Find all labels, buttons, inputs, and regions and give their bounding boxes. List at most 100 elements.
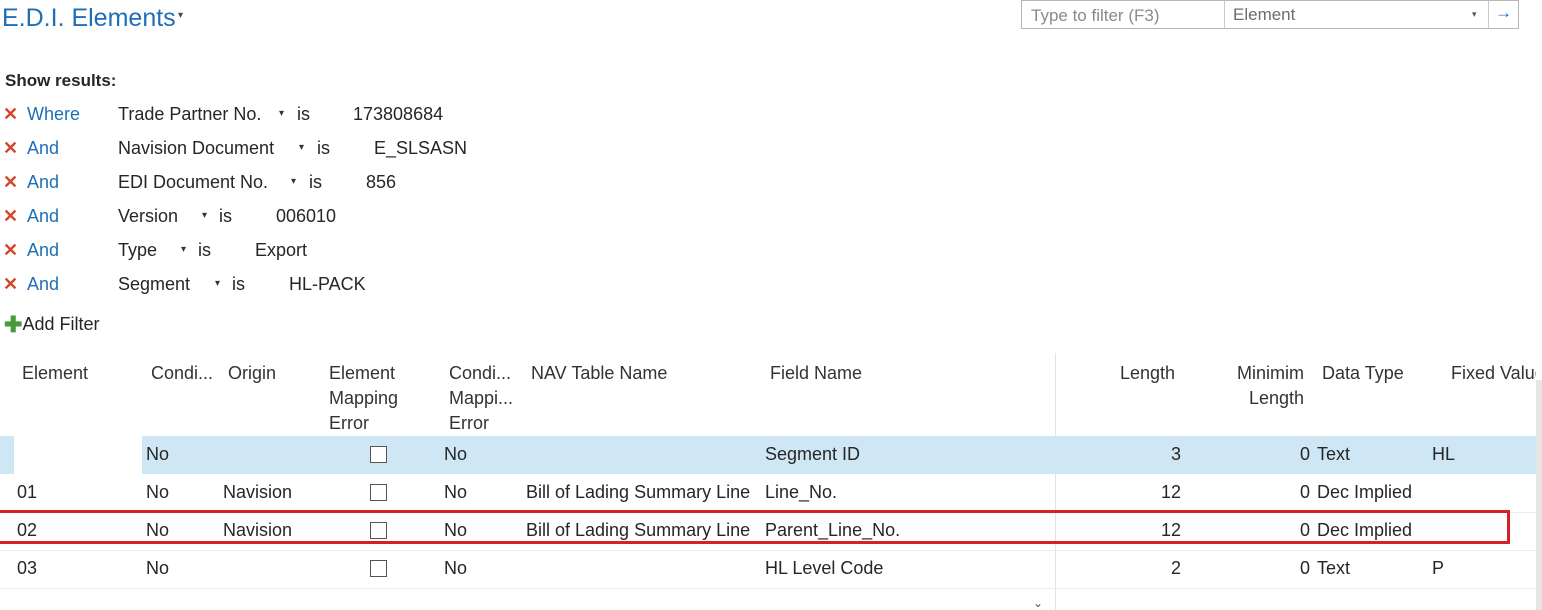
- filter-value[interactable]: E_SLSASN: [374, 138, 467, 159]
- cell-condition-mapping: No: [444, 558, 468, 578]
- column-header-origin[interactable]: Origin: [228, 361, 276, 386]
- row-indicator: [0, 436, 14, 474]
- filter-field-dropdown-icon[interactable]: ▾: [215, 278, 220, 289]
- cell-condition: No: [146, 444, 170, 464]
- filter-value[interactable]: Export: [255, 240, 307, 261]
- remove-filter-icon[interactable]: ✕: [3, 104, 18, 125]
- column-header-min-length[interactable]: Minimim Length: [1214, 361, 1304, 411]
- divider: [1224, 1, 1225, 28]
- page-title[interactable]: E.D.I. Elements: [2, 4, 176, 33]
- cell-fixed-value: P: [1432, 558, 1445, 578]
- header-line: Mappi...: [449, 388, 514, 408]
- cell-length: 3: [1170, 444, 1181, 464]
- header-line: Length: [1248, 388, 1304, 408]
- filter-row: ✕ And Version ▾ is 006010: [0, 206, 700, 236]
- filter-field[interactable]: EDI Document No.: [118, 172, 268, 193]
- remove-filter-icon[interactable]: ✕: [3, 240, 18, 261]
- filter-field-dropdown-icon[interactable]: ▾: [291, 176, 296, 187]
- cell-condition-mapping: No: [444, 444, 468, 464]
- vertical-scrollbar[interactable]: [1536, 380, 1542, 610]
- mapping-error-checkbox[interactable]: [370, 560, 387, 577]
- remove-filter-icon[interactable]: ✕: [3, 138, 18, 159]
- filter-bar: Type to filter (F3) Element ▾ →: [1021, 0, 1519, 29]
- add-filter-button[interactable]: ✚Add Filter: [4, 310, 100, 337]
- filter-field-dropdown-icon[interactable]: ▾: [299, 142, 304, 153]
- filter-conjunction[interactable]: Where: [27, 104, 80, 125]
- column-header-fixed-value[interactable]: Fixed Value: [1451, 361, 1536, 386]
- filter-field-select[interactable]: Element: [1233, 5, 1295, 25]
- header-line: Minimim: [1237, 363, 1304, 383]
- title-dropdown-icon[interactable]: ▾: [178, 10, 183, 21]
- cell-element: 01: [17, 482, 38, 502]
- remove-filter-icon[interactable]: ✕: [3, 274, 18, 295]
- filter-conjunction[interactable]: And: [27, 240, 59, 261]
- cell-origin: Navision: [223, 482, 293, 502]
- cell-condition-mapping: No: [444, 482, 468, 502]
- filter-field[interactable]: Version: [118, 206, 178, 227]
- filter-value[interactable]: 006010: [276, 206, 336, 227]
- filter-value[interactable]: HL-PACK: [289, 274, 366, 295]
- filter-input[interactable]: Type to filter (F3): [1031, 6, 1159, 26]
- add-icon: ✚: [4, 312, 23, 337]
- table-row[interactable]: 01 No Navision No Bill of Lading Summary…: [0, 474, 1536, 512]
- filter-field-dropdown-icon[interactable]: ▾: [181, 244, 186, 255]
- filter-conjunction[interactable]: And: [27, 172, 59, 193]
- filter-field-dropdown-icon[interactable]: ▾: [202, 210, 207, 221]
- highlight-box: [0, 510, 1510, 544]
- filter-conjunction[interactable]: And: [27, 274, 59, 295]
- filter-operator: is: [219, 206, 232, 226]
- cell-field-name: HL Level Code: [765, 558, 884, 578]
- column-header-data-type[interactable]: Data Type: [1322, 361, 1404, 386]
- filter-value[interactable]: 173808684: [353, 104, 443, 125]
- filter-row: ✕ Where Trade Partner No. ▾ is 173808684: [0, 104, 700, 134]
- table-row[interactable]: 03 No No HL Level Code 2 0 Text P: [0, 550, 1536, 588]
- header-line: Error: [329, 413, 369, 433]
- divider: [1488, 1, 1489, 28]
- filter-field[interactable]: Trade Partner No.: [118, 104, 261, 125]
- cell-condition: No: [146, 558, 170, 578]
- filter-row: ✕ And Navision Document ▾ is E_SLSASN: [0, 138, 700, 168]
- cell-element: 03: [17, 558, 38, 578]
- mapping-error-checkbox[interactable]: [370, 484, 387, 501]
- remove-filter-icon[interactable]: ✕: [3, 206, 18, 227]
- filter-operator: is: [297, 104, 310, 124]
- cell-data-type: Text: [1317, 558, 1351, 578]
- column-header-condition[interactable]: Condi...: [151, 361, 213, 386]
- column-header-element[interactable]: Element: [22, 361, 88, 386]
- cell-field-name: Segment ID: [765, 444, 861, 464]
- filter-field-dropdown-icon[interactable]: ▾: [279, 108, 284, 119]
- filter-row: ✕ And Type ▾ is Export: [0, 240, 700, 270]
- cell-length: 2: [1170, 558, 1181, 578]
- column-header-length[interactable]: Length: [1100, 361, 1175, 386]
- column-header-nav-table[interactable]: NAV Table Name: [531, 361, 667, 386]
- header-line: Error: [449, 413, 489, 433]
- filter-conjunction[interactable]: And: [27, 206, 59, 227]
- go-arrow-icon[interactable]: →: [1495, 3, 1512, 23]
- mapping-error-checkbox[interactable]: [370, 446, 387, 463]
- cell-data-type: Text: [1317, 444, 1351, 464]
- cell-min-length: 0: [1299, 444, 1310, 464]
- filter-field[interactable]: Type: [118, 240, 157, 261]
- filter-value[interactable]: 856: [366, 172, 396, 193]
- column-header-field-name[interactable]: Field Name: [770, 361, 862, 386]
- cell-fixed-value: HL: [1432, 444, 1456, 464]
- cell-field-name: Line_No.: [765, 482, 838, 502]
- chevron-down-icon[interactable]: ▾: [1472, 9, 1477, 20]
- filter-operator: is: [317, 138, 330, 158]
- table-row[interactable]: No No Segment ID 3 0 Text HL: [0, 436, 1536, 474]
- column-header-mapping-error[interactable]: Element Mapping Error: [329, 361, 398, 436]
- add-filter-label: Add Filter: [22, 314, 100, 334]
- filter-field[interactable]: Navision Document: [118, 138, 274, 159]
- remove-filter-icon[interactable]: ✕: [3, 172, 18, 193]
- chevron-down-icon[interactable]: ⌄: [1033, 596, 1043, 610]
- filter-row: ✕ And Segment ▾ is HL-PACK: [0, 274, 700, 304]
- filter-field[interactable]: Segment: [118, 274, 190, 295]
- header-line: Condi...: [449, 363, 512, 383]
- column-header-condition-mapping-error[interactable]: Condi... Mappi... Error: [449, 361, 513, 436]
- cell-min-length: 0: [1299, 558, 1310, 578]
- element-cell[interactable]: [14, 436, 142, 474]
- row-divider: [0, 588, 1536, 589]
- filter-row: ✕ And EDI Document No. ▾ is 856: [0, 172, 700, 202]
- filter-conjunction[interactable]: And: [27, 138, 59, 159]
- show-results-label: Show results:: [5, 71, 117, 90]
